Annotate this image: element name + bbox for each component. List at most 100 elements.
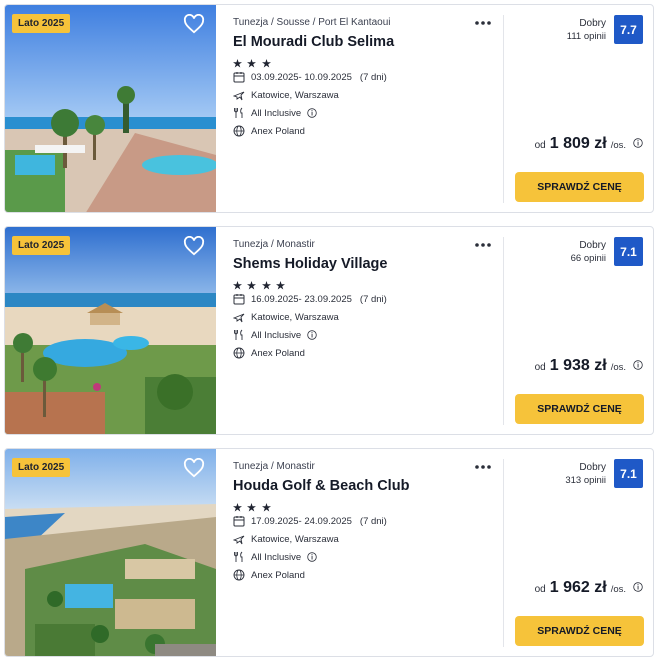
globe-icon <box>233 125 245 137</box>
check-price-button[interactable]: SPRAWDŹ CENĘ <box>515 394 644 424</box>
board-type: All Inclusive <box>233 551 503 563</box>
heart-outline-icon[interactable] <box>183 14 205 34</box>
price-row: od 1 809 zł /os. <box>535 135 643 153</box>
hotel-name[interactable]: El Mouradi Club Selima <box>233 34 503 50</box>
info-circle-icon[interactable] <box>633 138 643 148</box>
season-badge: Lato 2025 <box>12 458 71 477</box>
plane-icon <box>233 313 245 323</box>
star-icon <box>233 281 242 290</box>
divider <box>503 459 504 647</box>
season-badge: Lato 2025 <box>12 236 71 255</box>
dates-text: 17.09.2025- 24.09.2025 <box>251 515 352 527</box>
rating-label: Dobry <box>579 462 606 473</box>
more-dots-icon[interactable] <box>473 461 493 473</box>
dates-text: 03.09.2025- 10.09.2025 <box>251 71 352 83</box>
star-icon <box>261 281 271 290</box>
price-row: od 1 938 zł /os. <box>535 357 643 375</box>
star-rating <box>233 277 503 290</box>
hotel-photo[interactable]: Lato 2025 <box>5 227 216 434</box>
operator-text: Anex Poland <box>251 347 305 359</box>
season-badge: Lato 2025 <box>12 14 71 33</box>
location-breadcrumb: Tunezja / Sousse / Port El Kantaoui <box>233 17 391 28</box>
star-icon <box>247 59 257 68</box>
offer-info: Tunezja / Monastir Shems Holiday Village… <box>233 239 503 359</box>
hotel-name[interactable]: Shems Holiday Village <box>233 256 503 272</box>
calendar-icon <box>233 516 245 527</box>
heart-outline-icon[interactable] <box>183 458 205 478</box>
rating-label: Dobry <box>579 18 606 29</box>
info-circle-icon[interactable] <box>307 108 317 118</box>
star-icon <box>233 59 242 68</box>
divider <box>503 15 504 203</box>
offer-list: Lato 2025 Tunezja / Sousse / Port El Kan… <box>0 0 657 663</box>
tour-operator: Anex Poland <box>233 569 503 581</box>
score-badge: 7.7 <box>614 15 643 44</box>
check-price-button[interactable]: SPRAWDŹ CENĘ <box>515 172 644 202</box>
plane-icon <box>233 535 245 545</box>
rating-label: Dobry <box>579 240 606 251</box>
offer-card[interactable]: Lato 2025 Tunezja / Monastir Houda Golf … <box>4 448 654 657</box>
star-icon <box>276 281 286 290</box>
board-text: All Inclusive <box>251 329 302 341</box>
globe-icon <box>233 347 245 359</box>
hotel-name[interactable]: Houda Golf & Beach Club <box>233 478 503 494</box>
price-amount: 1 809 zł <box>549 135 607 152</box>
hotel-photo[interactable]: Lato 2025 <box>5 5 216 212</box>
star-icon <box>261 59 271 68</box>
cutlery-icon <box>234 329 243 340</box>
price-row: od 1 962 zł /os. <box>535 579 643 597</box>
board-text: All Inclusive <box>251 551 302 563</box>
offer-card[interactable]: Lato 2025 Tunezja / Sousse / Port El Kan… <box>4 4 654 213</box>
info-circle-icon[interactable] <box>307 330 317 340</box>
price-amount: 1 938 zł <box>549 357 607 374</box>
info-circle-icon[interactable] <box>633 360 643 370</box>
star-icon <box>247 281 257 290</box>
globe-icon <box>233 569 245 581</box>
duration-text: (7 dni) <box>359 515 387 527</box>
trip-dates: 03.09.2025- 10.09.2025 (7 dni) <box>233 71 503 83</box>
review-count[interactable]: 66 opinii <box>571 253 606 264</box>
price-prefix: od <box>534 140 546 151</box>
board-text: All Inclusive <box>251 107 302 119</box>
score-badge: 7.1 <box>614 237 643 266</box>
star-icon <box>261 503 271 512</box>
info-circle-icon[interactable] <box>307 552 317 562</box>
board-type: All Inclusive <box>233 107 503 119</box>
departure-cities: Katowice, Warszawa <box>233 533 503 545</box>
offer-info: Tunezja / Monastir Houda Golf & Beach Cl… <box>233 461 503 581</box>
operator-text: Anex Poland <box>251 569 305 581</box>
hotel-photo[interactable]: Lato 2025 <box>5 449 216 656</box>
trip-dates: 16.09.2025- 23.09.2025 (7 dni) <box>233 293 503 305</box>
review-count[interactable]: 313 opinii <box>565 475 606 486</box>
dates-text: 16.09.2025- 23.09.2025 <box>251 293 352 305</box>
price-suffix: /os. <box>610 140 626 151</box>
star-icon <box>233 503 242 512</box>
tour-operator: Anex Poland <box>233 347 503 359</box>
departure-cities: Katowice, Warszawa <box>233 311 503 323</box>
star-icon <box>247 503 257 512</box>
departure-text: Katowice, Warszawa <box>251 311 339 323</box>
departure-text: Katowice, Warszawa <box>251 533 339 545</box>
tour-operator: Anex Poland <box>233 125 503 137</box>
more-dots-icon[interactable] <box>473 17 493 29</box>
cutlery-icon <box>234 551 243 562</box>
operator-text: Anex Poland <box>251 125 305 137</box>
cutlery-icon <box>234 107 243 118</box>
divider <box>503 237 504 425</box>
price-amount: 1 962 zł <box>549 579 607 596</box>
offer-card[interactable]: Lato 2025 Tunezja / Monastir Shems Holid… <box>4 226 654 435</box>
price-suffix: /os. <box>610 584 626 595</box>
score-badge: 7.1 <box>614 459 643 488</box>
offer-info: Tunezja / Sousse / Port El Kantaoui El M… <box>233 17 503 137</box>
departure-cities: Katowice, Warszawa <box>233 89 503 101</box>
info-circle-icon[interactable] <box>633 582 643 592</box>
more-dots-icon[interactable] <box>473 239 493 251</box>
departure-text: Katowice, Warszawa <box>251 89 339 101</box>
heart-outline-icon[interactable] <box>183 236 205 256</box>
calendar-icon <box>233 294 245 305</box>
location-breadcrumb: Tunezja / Monastir <box>233 461 315 472</box>
check-price-button[interactable]: SPRAWDŹ CENĘ <box>515 616 644 646</box>
trip-dates: 17.09.2025- 24.09.2025 (7 dni) <box>233 515 503 527</box>
duration-text: (7 dni) <box>359 293 387 305</box>
review-count[interactable]: 111 opinii <box>567 31 606 42</box>
